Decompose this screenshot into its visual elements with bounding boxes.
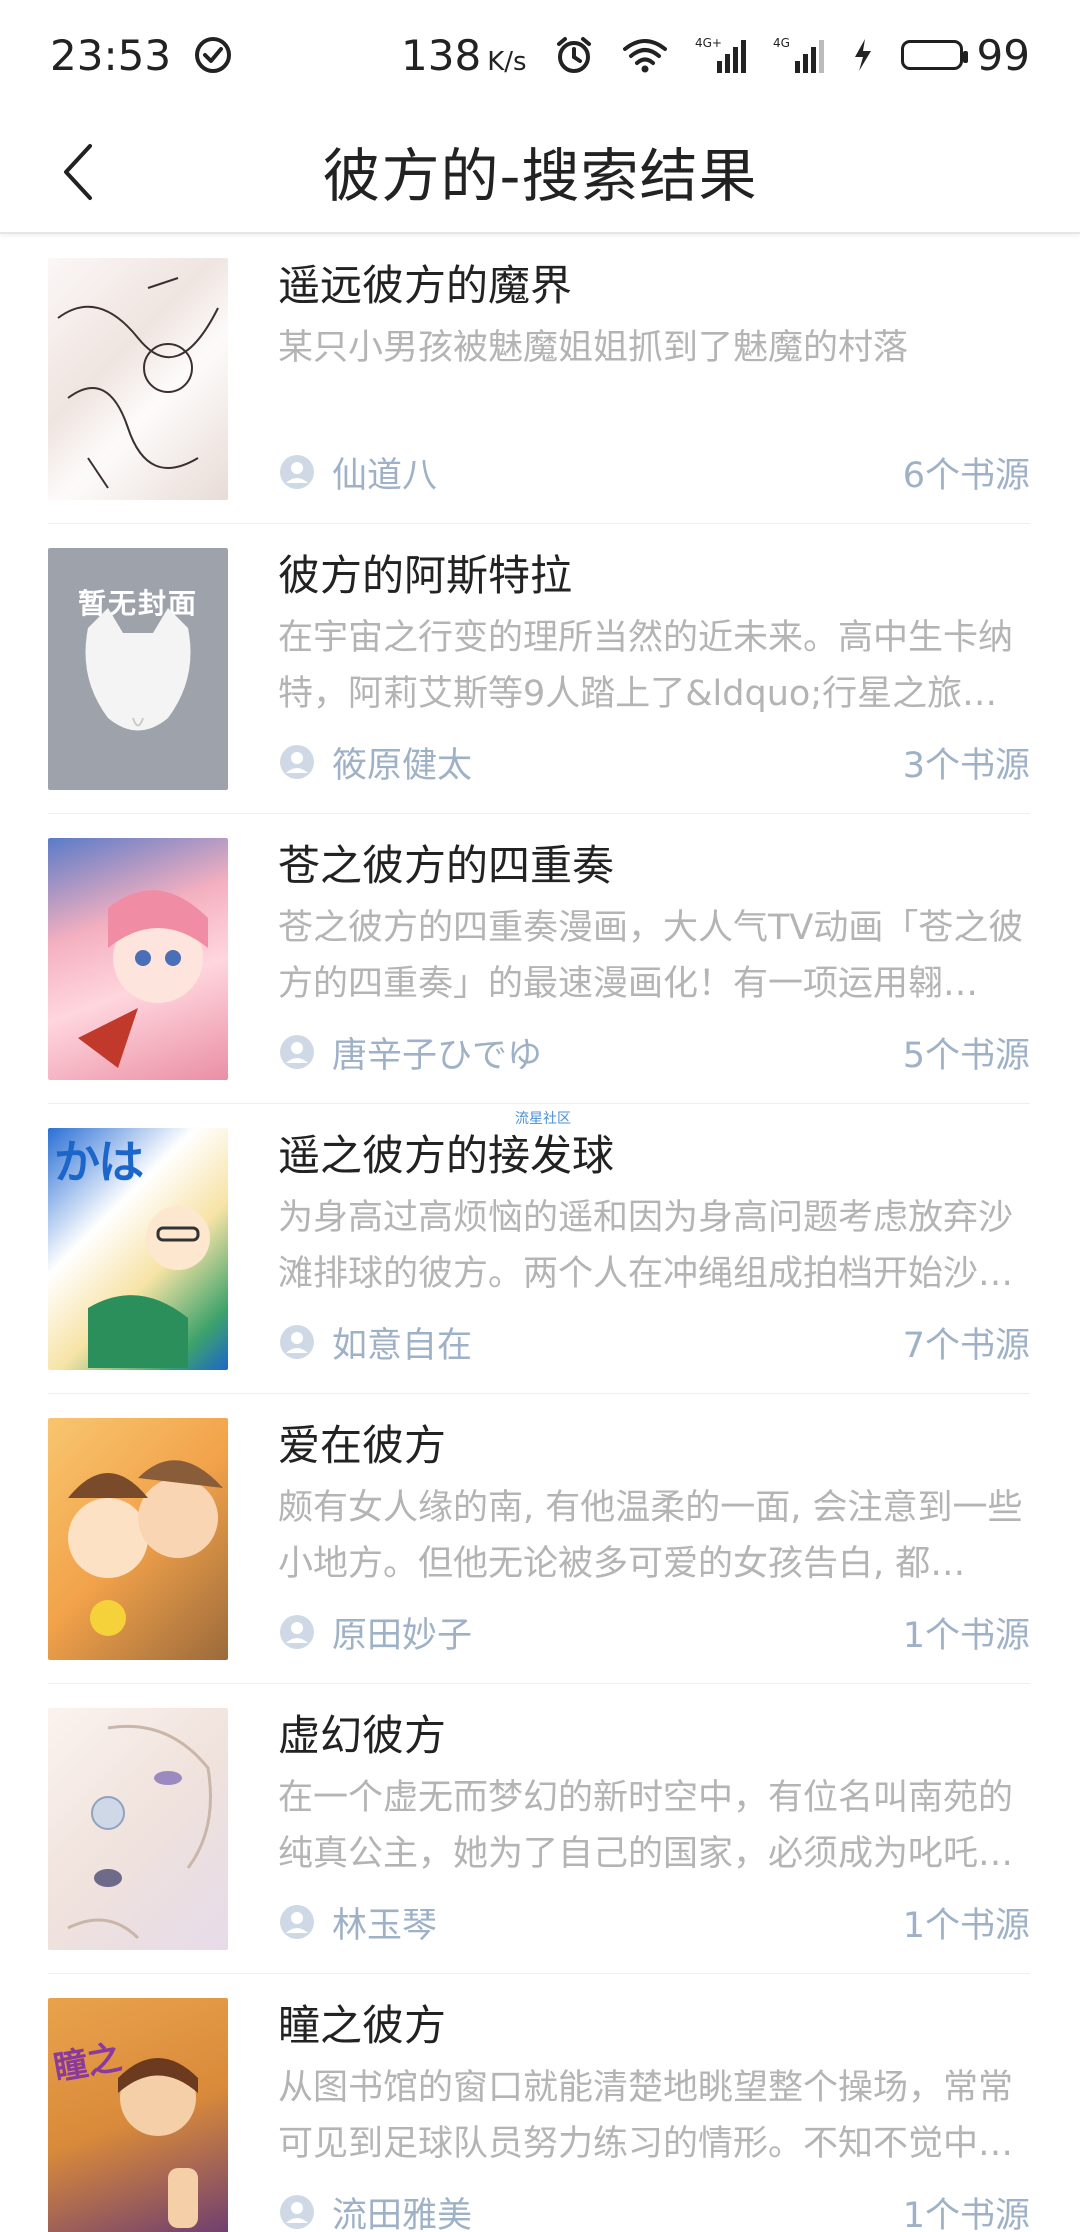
list-item[interactable]: 遥远彼方的魔界 某只小男孩被魅魔姐姐抓到了魅魔的村落 仙道八 6个书源 xyxy=(48,234,1030,524)
book-cover: 暂无封面 xyxy=(48,548,228,790)
search-results-list[interactable]: 遥远彼方的魔界 某只小男孩被魅魔姐姐抓到了魅魔的村落 仙道八 6个书源 暂无封面 xyxy=(0,234,1080,2232)
book-description: 为身高过高烦恼的遥和因为身高问题考虑放弃沙滩排球的彼方。两个人在冲绳组成拍档开始… xyxy=(278,1198,1014,1294)
battery: 99 xyxy=(900,30,1030,80)
book-cover: かは xyxy=(48,1128,228,1370)
battery-level: 99 xyxy=(976,30,1030,80)
book-description: 某只小男孩被魅魔姐姐抓到了魅魔的村落 xyxy=(278,328,909,368)
book-title: 虚幻彼方 xyxy=(278,1711,447,1760)
list-item[interactable]: 虚幻彼方 在一个虚无而梦幻的新时空中，有位名叫南苑的纯真公主，她为了自己的国家，… xyxy=(48,1684,1030,1974)
svg-text:4G+: 4G+ xyxy=(695,36,722,50)
book-cover: 瞳之 xyxy=(48,1998,228,2232)
book-author: 原田妙子 xyxy=(332,1615,473,1656)
list-item[interactable]: 暂无封面 彼方的阿斯特拉 在宇宙之行变的理所当然的近未来。高中生卡纳特，阿莉艾斯… xyxy=(48,524,1030,814)
book-source-count: 3个书源 xyxy=(902,745,1030,786)
book-author: 筱原健太 xyxy=(332,745,473,786)
user-icon xyxy=(280,1325,314,1359)
book-description: 从图书馆的窗口就能清楚地眺望整个操场，常常可见到足球队员努力练习的情形。不知不觉… xyxy=(278,2068,1014,2164)
chevron-left-icon xyxy=(64,144,92,200)
book-author: 仙道八 xyxy=(332,455,438,496)
book-title: 遥远彼方的魔界 xyxy=(278,261,573,310)
book-title: 苍之彼方的四重奏 xyxy=(278,841,615,890)
book-description: 苍之彼方的四重奏漫画，大人气TV动画「苍之彼方的四重奏」的最速漫画化！有一项运用… xyxy=(278,908,1024,1004)
signal-4g-icon: 4G xyxy=(773,35,825,75)
user-icon xyxy=(280,1035,314,1069)
user-icon xyxy=(280,2195,314,2229)
book-source-count: 1个书源 xyxy=(902,2195,1030,2232)
svg-text:かは: かは xyxy=(54,1135,144,1189)
back-button[interactable] xyxy=(46,140,110,204)
svg-text:4G: 4G xyxy=(773,36,790,50)
book-description: 在一个虚无而梦幻的新时空中，有位名叫南苑的纯真公主，她为了自己的国家，必须成为叱… xyxy=(278,1778,1014,1874)
user-icon xyxy=(280,455,314,489)
book-description: 颇有女人缘的南, 有他温柔的一面, 会注意到一些小地方。但他无论被多可爱的女孩告… xyxy=(278,1488,1023,1584)
user-icon xyxy=(280,1615,314,1649)
book-author: 唐辛子ひでゆ xyxy=(332,1035,543,1076)
check-circle-icon xyxy=(193,35,233,75)
signal-4g-icon: 4G+ xyxy=(695,35,747,75)
book-source-count: 1个书源 xyxy=(902,1615,1030,1656)
book-author: 流田雅美 xyxy=(332,2195,473,2232)
alarm-icon xyxy=(553,34,595,76)
book-source-count: 1个书源 xyxy=(902,1905,1030,1946)
watermark: 流星社区 xyxy=(515,1111,571,1127)
book-author: 如意自在 xyxy=(332,1325,473,1366)
wifi-icon xyxy=(621,35,669,75)
list-item[interactable]: 瞳之 瞳之彼方 从图书馆的窗口就能清楚地眺望整个操场，常常可见到足球队员努力练习… xyxy=(48,1974,1030,2232)
page-title: 彼方的-搜索结果 xyxy=(322,142,758,210)
book-author: 林玉琴 xyxy=(332,1905,438,1946)
list-item[interactable]: かは 遥之彼方的接发球 为身高过高烦恼的遥和因为身高问题考虑放弃沙滩排球的彼方。… xyxy=(48,1104,1030,1394)
list-item[interactable]: 苍之彼方的四重奏 苍之彼方的四重奏漫画，大人气TV动画「苍之彼方的四重奏」的最速… xyxy=(48,814,1030,1104)
book-description: 在宇宙之行变的理所当然的近未来。高中生卡纳特，阿莉艾斯等9人踏上了&ldquo;… xyxy=(278,618,1014,714)
user-icon xyxy=(280,1905,314,1939)
book-source-count: 5个书源 xyxy=(902,1035,1030,1076)
list-item[interactable]: 爱在彼方 颇有女人缘的南, 有他温柔的一面, 会注意到一些小地方。但他无论被多可… xyxy=(48,1394,1030,1684)
user-icon xyxy=(280,745,314,779)
book-title: 瞳之彼方 xyxy=(278,2001,447,2050)
book-title: 彼方的阿斯特拉 xyxy=(278,551,573,600)
svg-text:瞳之: 瞳之 xyxy=(51,2038,125,2089)
book-source-count: 7个书源 xyxy=(902,1325,1030,1366)
book-source-count: 6个书源 xyxy=(902,455,1030,496)
book-title: 爱在彼方 xyxy=(278,1421,447,1470)
network-speed: 138 K/s xyxy=(401,31,527,80)
status-bar: 23:53 138 K/s 4G+ 4G 99 xyxy=(0,0,1080,110)
book-cover xyxy=(48,1708,228,1950)
book-title: 遥之彼方的接发球 xyxy=(278,1131,615,1180)
book-cover xyxy=(48,838,228,1080)
net-speed-value: 138 xyxy=(401,30,482,80)
book-cover xyxy=(48,258,228,500)
battery-icon xyxy=(900,40,968,70)
net-speed-unit: K/s xyxy=(487,46,527,77)
app-header: 彼方的-搜索结果 xyxy=(0,110,1080,234)
book-cover xyxy=(48,1418,228,1660)
status-time: 23:53 xyxy=(50,30,172,80)
charging-icon xyxy=(851,35,875,75)
